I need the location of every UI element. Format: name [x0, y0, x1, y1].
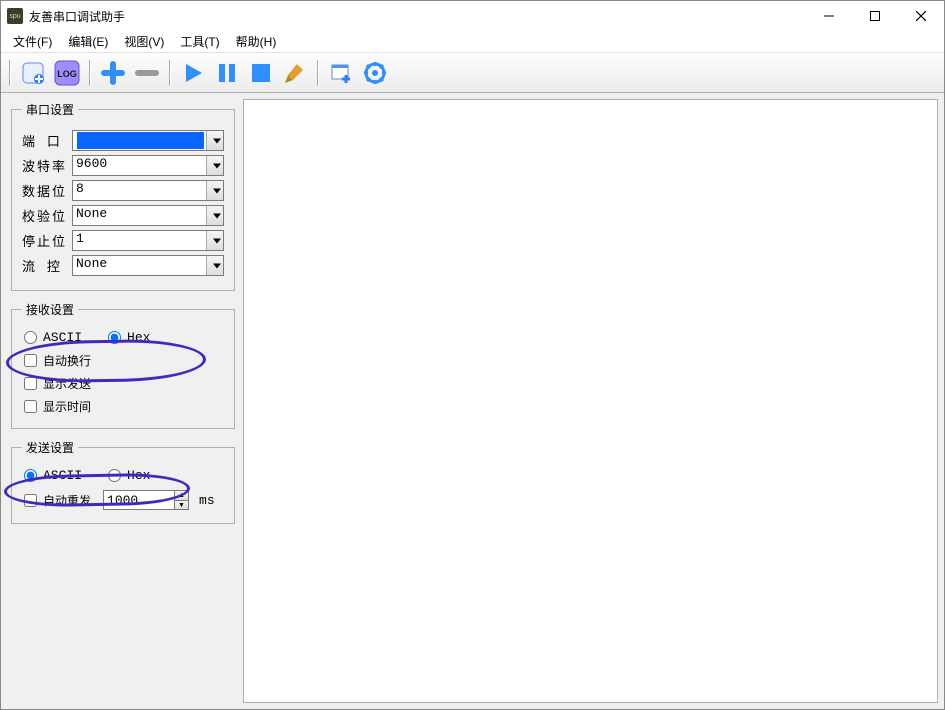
minimize-button[interactable] — [806, 1, 852, 31]
broom-icon — [283, 61, 307, 85]
remove-button[interactable] — [133, 59, 161, 87]
recv-hex-label: Hex — [127, 330, 150, 345]
maximize-button[interactable] — [852, 1, 898, 31]
recv-hex-radio[interactable]: Hex — [108, 330, 150, 345]
data-bits-label: 数据位 — [22, 181, 72, 200]
sidebar: 串口设置 端 口 波特率 9600 数据位 — [1, 93, 243, 709]
stop-bits-select[interactable]: 1 — [72, 230, 224, 251]
toolbar-separator — [317, 60, 319, 86]
auto-resend-label: 自动重发 — [43, 492, 91, 509]
toolbar-separator — [9, 60, 11, 86]
window-title: 友善串口调试助手 — [29, 8, 806, 25]
play-icon — [181, 61, 205, 85]
play-button[interactable] — [179, 59, 207, 87]
menu-view[interactable]: 视图(V) — [116, 31, 172, 52]
auto-resend-checkbox[interactable] — [24, 494, 37, 507]
main-window: spu 友善串口调试助手 文件(F) 编辑(E) 视图(V) 工具(T) 帮助(… — [0, 0, 945, 710]
new-window-icon — [329, 61, 353, 85]
parity-label: 校验位 — [22, 206, 72, 225]
show-time-label: 显示时间 — [43, 398, 91, 415]
window-controls — [806, 1, 944, 31]
menubar: 文件(F) 编辑(E) 视图(V) 工具(T) 帮助(H) — [1, 31, 944, 53]
minus-icon — [135, 61, 159, 85]
baud-select[interactable]: 9600 — [72, 155, 224, 176]
recv-ascii-label: ASCII — [43, 330, 82, 345]
close-button[interactable] — [898, 1, 944, 31]
menu-file[interactable]: 文件(F) — [5, 31, 60, 52]
flow-select[interactable]: None — [72, 255, 224, 276]
svg-text:LOG: LOG — [57, 69, 77, 79]
port-select[interactable] — [72, 130, 224, 151]
receive-settings-legend: 接收设置 — [22, 301, 78, 318]
interval-spinner[interactable]: ▲▼ — [175, 490, 189, 510]
clean-button[interactable] — [281, 59, 309, 87]
show-time-checkbox[interactable] — [24, 400, 37, 413]
parity-select[interactable]: None — [72, 205, 224, 226]
baud-label: 波特率 — [22, 156, 72, 175]
receive-area[interactable] — [243, 99, 938, 703]
menu-edit[interactable]: 编辑(E) — [60, 31, 116, 52]
add-button[interactable] — [99, 59, 127, 87]
pause-icon — [215, 61, 239, 85]
settings-button[interactable] — [361, 59, 389, 87]
show-send-checkbox[interactable] — [24, 377, 37, 390]
pause-button[interactable] — [213, 59, 241, 87]
send-hex-label: Hex — [127, 468, 150, 483]
port-label: 端 口 — [22, 131, 72, 150]
recv-ascii-radio[interactable]: ASCII — [24, 330, 82, 345]
receive-settings-group: 接收设置 ASCII Hex 自动换行 — [11, 301, 235, 429]
menu-help[interactable]: 帮助(H) — [228, 31, 285, 52]
stop-button[interactable] — [247, 59, 275, 87]
data-bits-select[interactable]: 8 — [72, 180, 224, 201]
body-area: 串口设置 端 口 波特率 9600 数据位 — [1, 93, 944, 709]
auto-wrap-checkbox[interactable] — [24, 354, 37, 367]
auto-wrap-label: 自动换行 — [43, 352, 91, 369]
gear-icon — [363, 61, 387, 85]
connect-button[interactable] — [19, 59, 47, 87]
send-hex-radio[interactable]: Hex — [108, 468, 150, 483]
serial-settings-group: 串口设置 端 口 波特率 9600 数据位 — [11, 101, 235, 291]
toolbar-separator — [89, 60, 91, 86]
plus-icon — [101, 61, 125, 85]
log-button[interactable]: LOG — [53, 59, 81, 87]
show-send-label: 显示发送 — [43, 375, 91, 392]
new-window-button[interactable] — [327, 59, 355, 87]
send-settings-legend: 发送设置 — [22, 439, 78, 456]
titlebar: spu 友善串口调试助手 — [1, 1, 944, 31]
menu-tools[interactable]: 工具(T) — [172, 31, 227, 52]
toolbar-separator — [169, 60, 171, 86]
send-settings-group: 发送设置 ASCII Hex 自动重发 — [11, 439, 235, 524]
serial-settings-legend: 串口设置 — [22, 101, 78, 118]
stop-bits-label: 停止位 — [22, 231, 72, 250]
stop-icon — [249, 61, 273, 85]
send-ascii-label: ASCII — [43, 468, 82, 483]
toolbar: LOG — [1, 53, 944, 93]
send-ascii-radio[interactable]: ASCII — [24, 468, 82, 483]
app-icon: spu — [7, 8, 23, 24]
flow-label: 流 控 — [22, 256, 72, 275]
log-icon: LOG — [54, 60, 80, 86]
connect-icon — [21, 61, 45, 85]
interval-unit: ms — [199, 493, 215, 508]
resend-interval-input[interactable] — [103, 490, 175, 510]
